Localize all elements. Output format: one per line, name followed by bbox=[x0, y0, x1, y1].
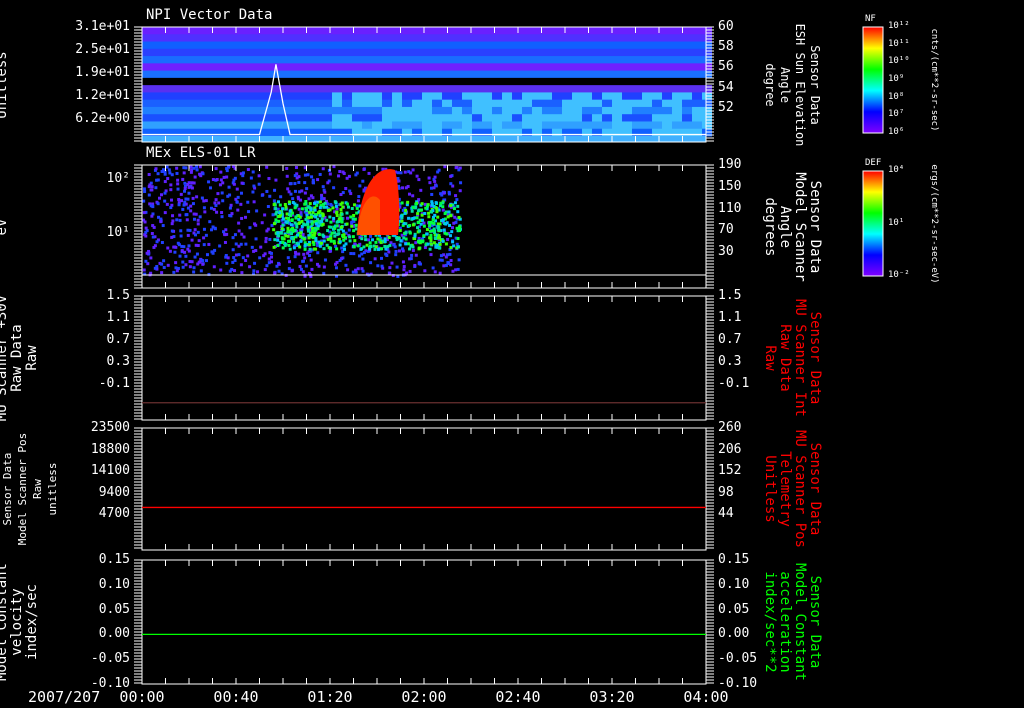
time-tick-label: 01:20 bbox=[307, 688, 353, 706]
panel-title: NPI Vector Data bbox=[146, 7, 273, 23]
colorbar-tick: 10⁹ bbox=[888, 74, 905, 84]
colorbar-units: cnts/(cm**2-sr-sec) bbox=[929, 28, 939, 132]
colorbar-tick: 10¹¹ bbox=[888, 38, 910, 49]
right-axis-label: Sensor Data Model Constant acceleration … bbox=[762, 562, 823, 681]
colorbar-tick: 10⁻² bbox=[888, 270, 910, 280]
panel-title: MEx ELS-01 LR bbox=[146, 145, 256, 161]
right-axis-label: Sensor Data Model Scanner Angle degrees bbox=[762, 171, 823, 282]
colorbar-tick: 10⁴ bbox=[888, 165, 905, 175]
nf-colorbar bbox=[862, 26, 884, 134]
y-axis-label: Sensor Data Model Scanner Pos Raw unitle… bbox=[1, 432, 59, 546]
y-axis-label: Sensor Data Model Constant velocity inde… bbox=[0, 563, 40, 682]
colorbar-tick: 10⁸ bbox=[888, 91, 905, 102]
colorbar-tick: 10¹² bbox=[888, 21, 910, 31]
plot-canvas bbox=[134, 26, 884, 685]
colorbar-units: ergs/(cm**2-sr-sec-eV) bbox=[929, 163, 939, 284]
time-tick-label: 03:20 bbox=[589, 688, 635, 706]
def-colorbar bbox=[862, 170, 884, 277]
time-tick-label: 00:00 bbox=[119, 688, 165, 706]
npi-spectrogram bbox=[142, 27, 712, 142]
panel-frame-4 bbox=[141, 427, 707, 551]
time-tick-label: 02:00 bbox=[401, 688, 447, 706]
y-axis-label: Sector Unitless bbox=[0, 50, 10, 119]
colorbar-tick: 10¹ bbox=[888, 217, 905, 228]
colorbar-tick: 10¹⁰ bbox=[888, 56, 910, 67]
right-axis-label: Sensor Data MU Scanner Pos Telemetry Uni… bbox=[762, 429, 823, 548]
right-axis-label: Sensor Data MU Scanner Int Raw Data Raw bbox=[762, 298, 823, 417]
right-axis-label: Sensor Data ESH Sun Elevation Angle degr… bbox=[763, 23, 822, 146]
y-axis-label: Sensor Data MU Scanner +30V Raw Data Raw bbox=[0, 294, 40, 422]
panel-frame-3 bbox=[141, 295, 707, 421]
time-tick-label: 04:00 bbox=[683, 688, 729, 706]
time-tick-label: 00:40 bbox=[213, 688, 259, 706]
colorbar-tick: 10⁶ bbox=[888, 127, 905, 137]
y-axis-label: Electron Energy eV bbox=[0, 218, 10, 235]
els-spectrogram bbox=[142, 165, 706, 278]
time-tick-label: 02:40 bbox=[495, 688, 541, 706]
colorbar-tick: 10⁷ bbox=[888, 109, 905, 120]
panel-frame-5 bbox=[141, 559, 707, 685]
date-label: 2007/207 bbox=[28, 688, 101, 706]
